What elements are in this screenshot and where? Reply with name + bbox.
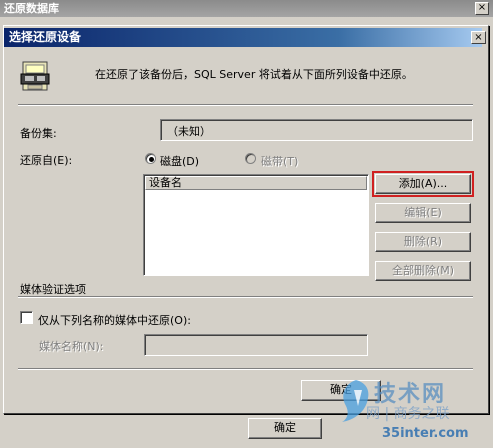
watermark-subtitle: 网 | 商务之联 — [366, 406, 450, 422]
outer-ok-button[interactable]: 确定 — [248, 418, 322, 439]
restore-from-label: 还原自(E): — [20, 154, 73, 167]
backup-set-label: 备份集: — [20, 127, 57, 140]
backup-set-value: （未知） — [167, 125, 211, 138]
radio-tape[interactable] — [245, 153, 256, 164]
device-list-header[interactable]: 设备名 — [145, 176, 367, 190]
outer-window-title: 还原数据库 — [4, 2, 59, 15]
watermark-url: 35inter.com — [382, 426, 469, 441]
delete-all-devices-button[interactable]: 全部删除(M) — [375, 261, 471, 281]
media-verify-label: 媒体验证选项 — [20, 283, 86, 296]
delete-device-button[interactable]: 删除(R) — [375, 232, 471, 252]
dialog-close-button[interactable]: × — [471, 31, 486, 44]
radio-disk[interactable] — [145, 153, 156, 164]
media-name-input[interactable] — [144, 334, 368, 356]
info-text: 在还原了该备份后，SQL Server 将试着从下面所列设备中还原。 — [95, 68, 413, 81]
outer-window-titlebar: 还原数据库 — [0, 0, 493, 17]
radio-tape-label[interactable]: 磁带(T) — [261, 153, 298, 169]
separator — [18, 368, 473, 370]
separator — [18, 104, 473, 106]
restore-named-media-label[interactable]: 仅从下列名称的媒体中还原(O): — [38, 312, 191, 328]
outer-close-button[interactable]: × — [475, 2, 489, 15]
separator — [18, 296, 473, 298]
restore-named-media-checkbox[interactable] — [20, 311, 33, 324]
close-icon: × — [474, 32, 483, 43]
radio-selected-dot — [149, 157, 154, 162]
close-icon: × — [477, 2, 487, 13]
site-watermark: 技术网 网 | 商务之联 35inter.com — [336, 376, 491, 446]
add-device-button[interactable]: 添加(A)... — [372, 171, 474, 197]
backup-set-field: （未知） — [160, 119, 473, 141]
dialog-titlebar: 选择还原设备 — [4, 28, 482, 47]
media-name-label: 媒体名称(N): — [39, 340, 104, 353]
edit-device-button[interactable]: 编辑(E) — [375, 203, 471, 223]
dialog-title: 选择还原设备 — [9, 30, 82, 44]
radio-disk-label[interactable]: 磁盘(D) — [160, 153, 199, 169]
backup-device-icon — [20, 61, 50, 91]
device-name-column: 设备名 — [149, 176, 182, 189]
